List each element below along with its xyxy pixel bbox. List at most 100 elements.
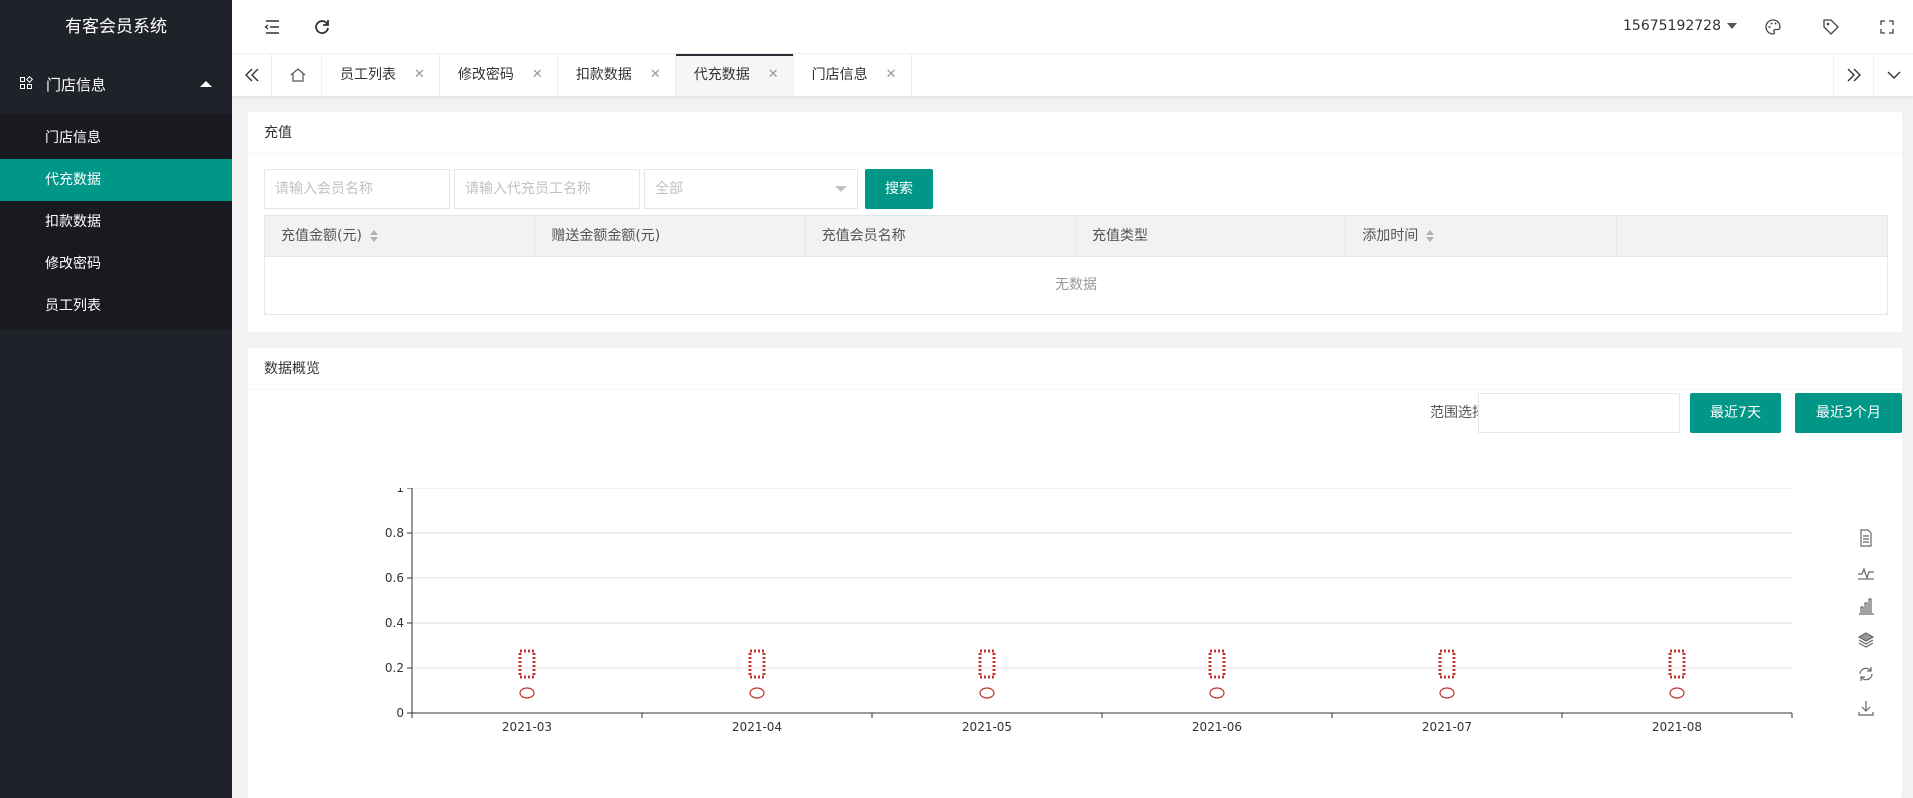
date-range-input[interactable] [1478,393,1680,433]
restore-icon[interactable] [1856,664,1876,684]
data-point-marker[interactable] [1669,687,1685,699]
app-title: 有客会员系统 [0,0,232,54]
caret-down-icon [1727,23,1737,29]
sidebar-item-store-info[interactable]: 门店信息 [0,117,232,159]
data-label-marker [978,649,996,679]
palette-icon[interactable] [1763,17,1783,37]
data-point-marker[interactable] [519,687,535,699]
sidebar-item-change-password[interactable]: 修改密码 [0,243,232,285]
sidebar: 有客会员系统 门店信息 门店信息 代充数据 扣款数据 修改密码 员工列表 [0,0,232,798]
data-label-marker [1668,649,1686,679]
caret-up-icon [200,81,212,87]
home-icon [290,68,305,82]
search-button[interactable]: 搜索 [865,169,933,209]
column-label: 充值金额(元) [281,227,362,244]
tab-label: 员工列表 [340,67,396,83]
close-icon[interactable]: ✕ [414,54,425,96]
last-3-months-button[interactable]: 最近3个月 [1795,393,1902,433]
column-label: 赠送金额金额(元) [551,227,661,244]
fullscreen-icon[interactable] [1877,17,1897,37]
tab-deduction[interactable]: 扣款数据 ✕ [558,54,676,96]
member-name-input[interactable]: 请输入会员名称 [264,169,450,209]
column-label: 添加时间 [1362,227,1419,244]
tab-label: 修改密码 [457,67,514,83]
recharge-card: 充值 请输入会员名称 请输入代充员工名称 全部 搜索 充值金额(元) 赠送金额金… [248,112,1902,332]
data-point-marker[interactable] [749,687,765,699]
sidebar-item-proxy-recharge[interactable]: 代充数据 [0,159,232,201]
data-label-marker [748,649,766,679]
y-tick-label: 0 [396,706,404,720]
last-7-days-button[interactable]: 最近7天 [1690,393,1781,433]
select-value: 全部 [655,181,683,197]
y-tick-label: 0.2 [385,661,404,675]
double-chevron-right-icon [1847,68,1861,82]
menu-fold-icon[interactable] [262,17,282,37]
tab-list: 员工列表 ✕ 修改密码 ✕ 扣款数据 ✕ 代充数据 ✕ 门店信息 ✕ [274,54,912,96]
sidebar-subnav: 门店信息 代充数据 扣款数据 修改密码 员工列表 [0,114,232,330]
data-label-marker [518,649,536,679]
column-header: 充值类型 [1076,216,1347,256]
y-tick-label: 0.8 [385,526,404,540]
data-point-marker[interactable] [1439,687,1455,699]
sidebar-group-label: 门店信息 [46,75,107,94]
recharge-type-select[interactable]: 全部 [644,169,858,209]
y-tick-label: 1 [396,488,404,495]
column-label: 充值类型 [1091,227,1148,244]
x-tick-label: 2021-03 [502,720,552,734]
column-label: 充值会员名称 [821,227,906,244]
tabs-menu-button[interactable] [1873,54,1913,96]
data-point-marker[interactable] [979,687,995,699]
close-icon[interactable]: ✕ [532,54,543,96]
tab-home[interactable] [274,54,322,96]
staff-name-input[interactable]: 请输入代充员工名称 [454,169,640,209]
tab-change-password[interactable]: 修改密码 ✕ [440,54,558,96]
user-phone: 15675192728 [1623,18,1721,34]
tab-label: 代充数据 [693,67,750,83]
table-empty-text: 无数据 [1055,277,1097,293]
recharge-title: 充值 [248,112,1902,154]
column-header[interactable]: 添加时间 [1346,216,1617,256]
x-tick-label: 2021-05 [962,720,1012,734]
close-icon[interactable]: ✕ [886,54,897,96]
stack-icon[interactable] [1856,630,1876,650]
tag-icon[interactable] [1821,17,1841,37]
x-tick-label: 2021-07 [1422,720,1472,734]
tab-proxy-recharge[interactable]: 代充数据 ✕ [675,54,794,96]
tabs-scroll-left-button[interactable] [232,54,272,96]
chevron-down-icon [835,186,847,192]
y-tick-label: 0.6 [385,571,404,585]
tabs-bar: 员工列表 ✕ 修改密码 ✕ 扣款数据 ✕ 代充数据 ✕ 门店信息 ✕ [232,54,1913,97]
x-tick-label: 2021-08 [1652,720,1702,734]
data-view-icon[interactable] [1856,528,1876,548]
bar-chart-icon[interactable] [1856,596,1876,616]
user-menu[interactable]: 15675192728 [1623,18,1737,34]
overview-card: 数据概览 范围选择 最近7天 最近3个月 0 0.2 0.4 0.6 0.8 1 2021-… [248,348,1902,798]
y-tick-label: 0.4 [385,616,404,630]
data-point-marker[interactable] [1209,687,1225,699]
tab-store-info[interactable]: 门店信息 ✕ [794,54,912,96]
tab-label: 门店信息 [811,67,868,83]
x-tick-label: 2021-04 [732,720,782,734]
column-header [1617,216,1887,256]
sidebar-item-staff-list[interactable]: 员工列表 [0,285,232,327]
column-header: 赠送金额金额(元) [535,216,806,256]
close-icon[interactable]: ✕ [650,54,661,96]
tab-staff-list[interactable]: 员工列表 ✕ [322,54,440,96]
data-label-marker [1208,649,1226,679]
sidebar-group-store-info[interactable]: 门店信息 [0,54,232,114]
column-header[interactable]: 充值金额(元) [265,216,536,256]
column-header: 充值会员名称 [806,216,1076,256]
double-chevron-left-icon [244,68,258,82]
sidebar-item-deduction[interactable]: 扣款数据 [0,201,232,243]
sort-icon[interactable] [369,230,378,242]
line-chart-icon[interactable] [1856,562,1876,582]
x-tick-label: 2021-06 [1192,720,1242,734]
refresh-icon[interactable] [312,17,332,37]
apps-icon [20,75,34,91]
tabs-scroll-right-button[interactable] [1833,54,1873,96]
overview-title: 数据概览 [248,348,1902,390]
top-header: 15675192728 [232,0,1913,54]
sort-icon[interactable] [1426,230,1435,242]
download-icon[interactable] [1856,698,1876,718]
close-icon[interactable]: ✕ [768,54,779,96]
